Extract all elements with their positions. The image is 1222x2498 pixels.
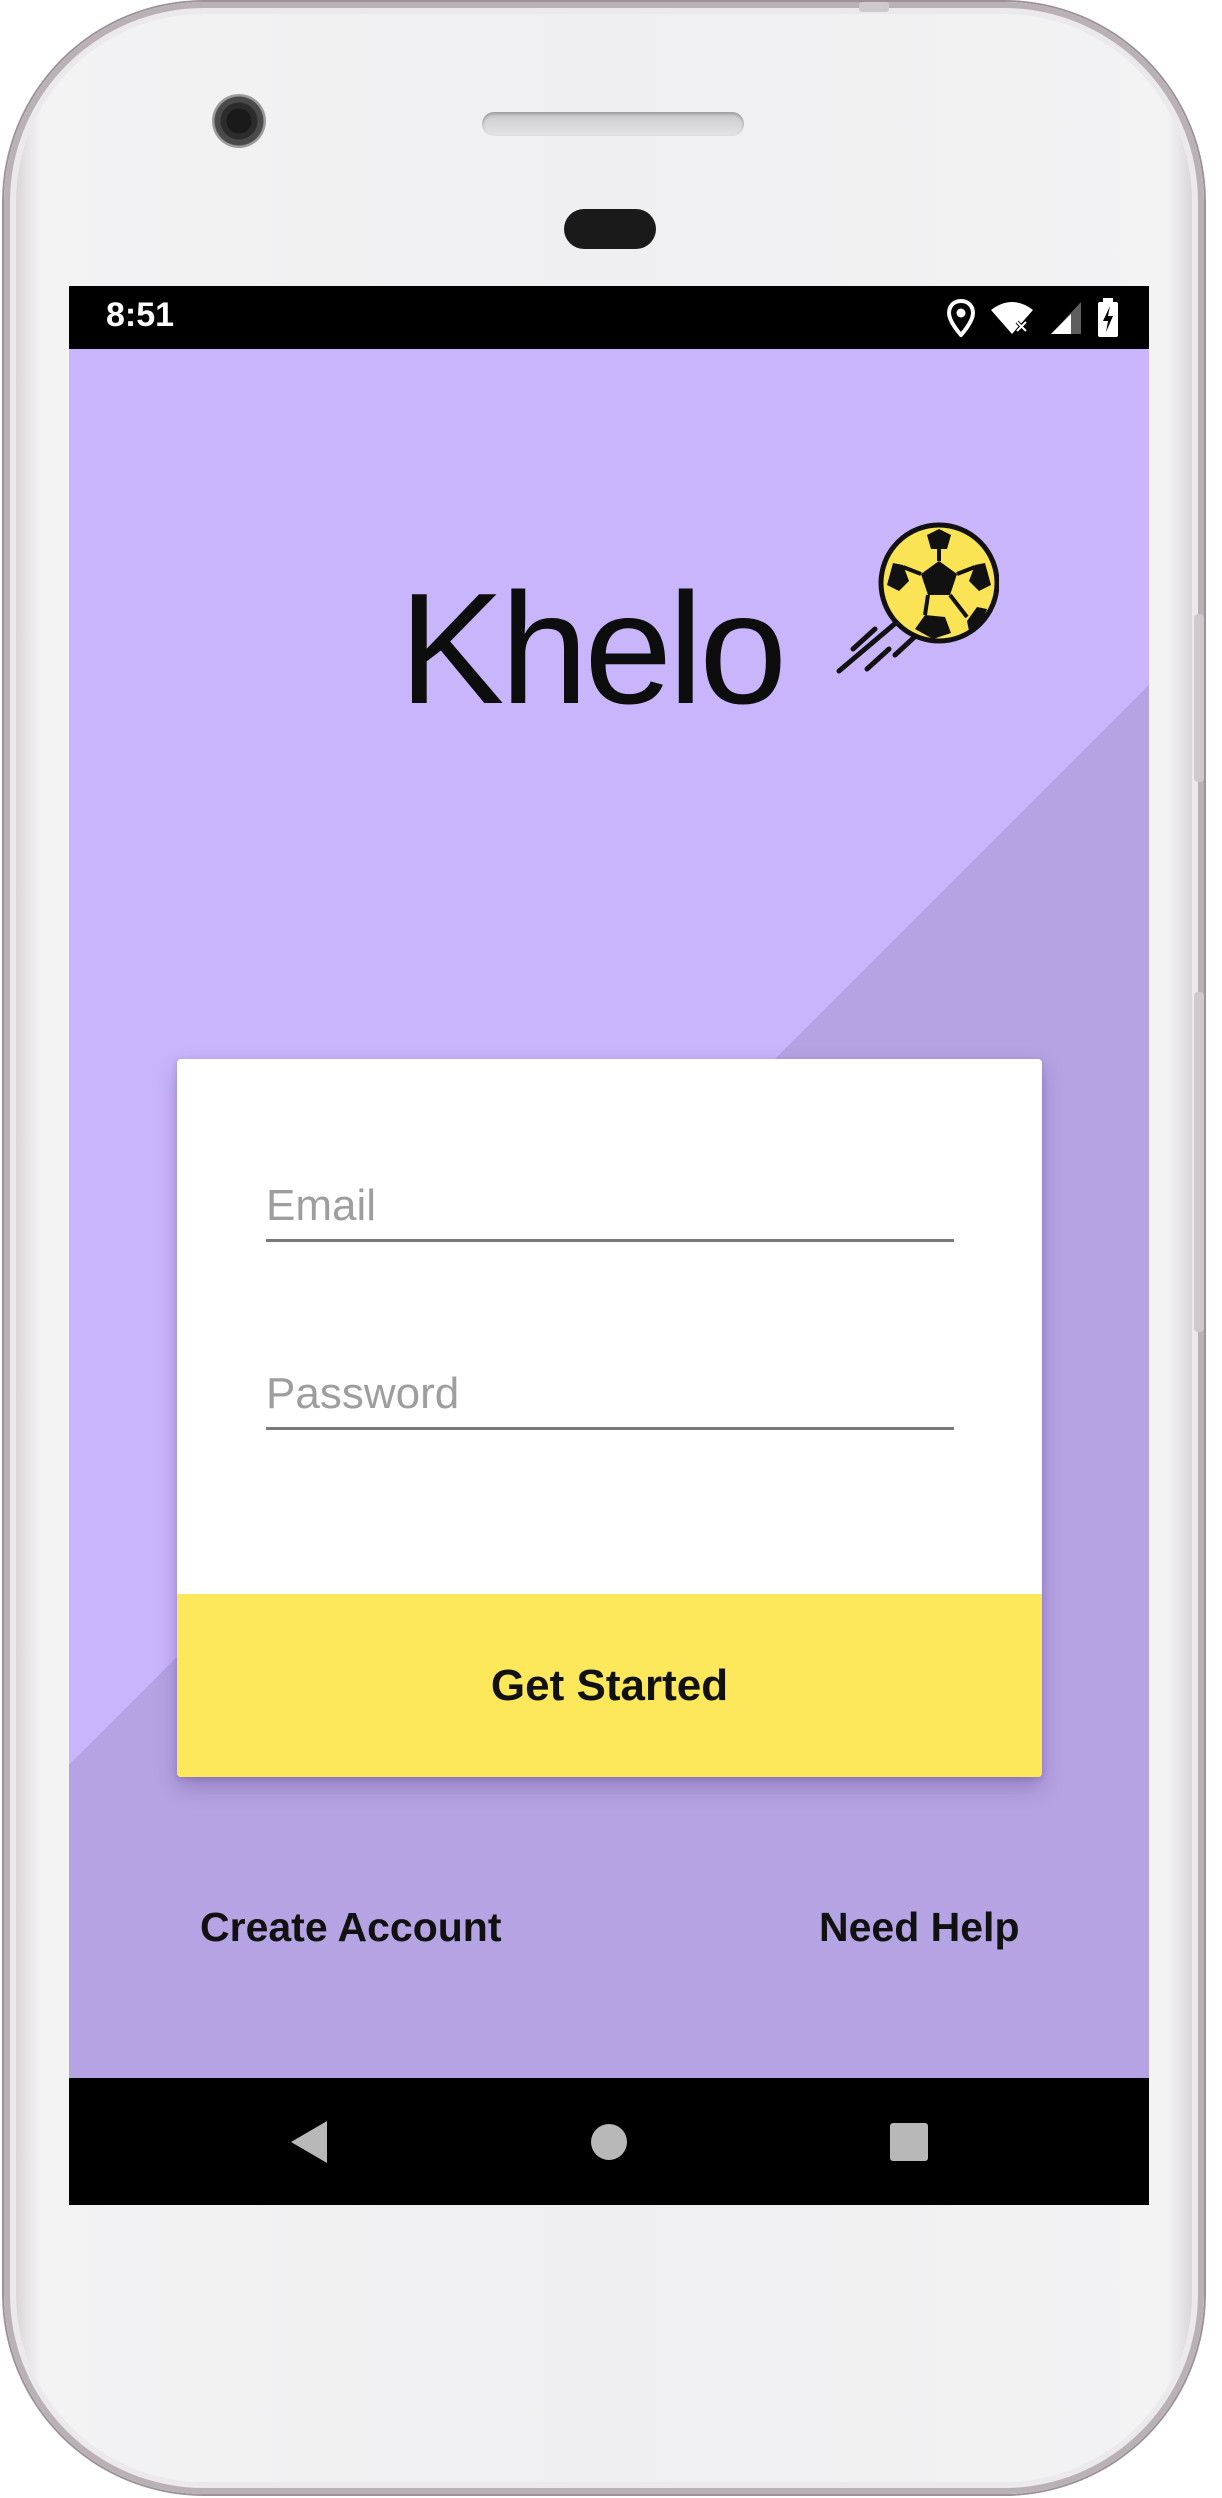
location-icon: [947, 299, 975, 337]
battery-charging-icon: [1098, 298, 1118, 337]
get-started-button[interactable]: Get Started: [177, 1594, 1042, 1777]
login-card: Get Started: [177, 1059, 1042, 1777]
signal-icon: [1051, 302, 1081, 334]
brand-logo: Khelo: [399, 522, 999, 749]
recents-icon: [890, 2122, 928, 2161]
login-screen: Khelo Email Get Started Create Account N…: [69, 349, 1149, 2078]
need-help-link[interactable]: Need Help: [819, 1904, 1020, 1951]
front-camera: [212, 94, 266, 148]
earpiece-speaker: [482, 112, 744, 136]
navigation-bar: [69, 2078, 1149, 2205]
phone-power-button: [1194, 614, 1204, 782]
email-input[interactable]: [266, 1181, 954, 1231]
phone-volume-button: [1194, 992, 1204, 1332]
proximity-sensor: [564, 209, 656, 249]
status-bar: 8:51: [69, 286, 1149, 349]
home-icon: [591, 2123, 627, 2160]
password-input[interactable]: [266, 1369, 954, 1419]
app-title: Khelo: [399, 561, 787, 737]
back-icon: [291, 2120, 327, 2163]
status-time: 8:51: [106, 296, 175, 334]
phone-frame: 8:51 Khelo Email Get Started Create Acco…: [4, 2, 1204, 2494]
home-button[interactable]: [529, 2078, 689, 2205]
create-account-link[interactable]: Create Account: [200, 1904, 502, 1951]
back-button[interactable]: [229, 2078, 389, 2205]
email-field[interactable]: [266, 1159, 954, 1242]
screen: 8:51 Khelo Email Get Started Create Acco…: [69, 286, 1149, 2205]
password-field[interactable]: [266, 1347, 954, 1430]
soccer-ball-icon: [836, 522, 999, 674]
wifi-icon: [991, 302, 1033, 334]
phone-top-button: [859, 2, 889, 12]
status-icons: [947, 294, 1119, 342]
recents-button[interactable]: [829, 2078, 989, 2205]
